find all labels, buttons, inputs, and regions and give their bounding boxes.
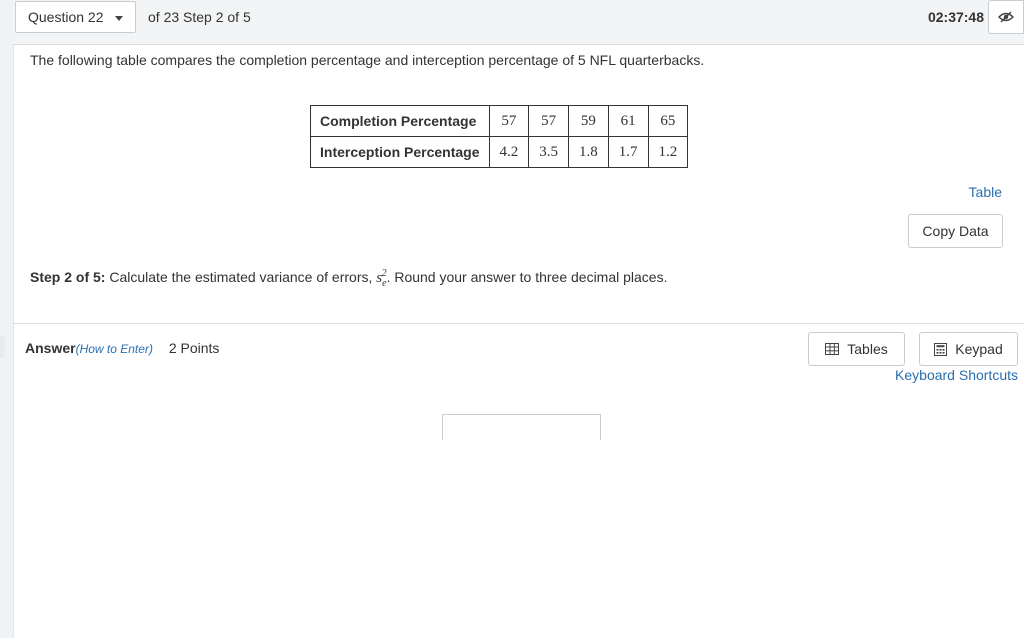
keypad-icon <box>934 342 948 356</box>
chevron-down-icon <box>115 16 123 21</box>
tables-button-label: Tables <box>847 341 888 357</box>
row-header: Interception Percentage <box>310 136 490 168</box>
table-cell: 3.5 <box>528 136 569 168</box>
keyboard-shortcuts-link[interactable]: Keyboard Shortcuts <box>895 367 1018 383</box>
step-text-end: . Round your answer to three decimal pla… <box>386 269 668 285</box>
table-row: Interception Percentage 4.2 3.5 1.8 1.7 … <box>310 136 689 168</box>
table-cell: 1.8 <box>568 136 609 168</box>
table-cell: 4.2 <box>488 136 530 168</box>
timer: 02:37:48 <box>927 9 984 25</box>
hide-timer-button[interactable] <box>988 0 1024 34</box>
left-panel-edge <box>0 0 14 638</box>
progress-text: of 23 Step 2 of 5 <box>148 9 251 25</box>
table-cell: 59 <box>568 105 609 137</box>
table-cell: 1.7 <box>607 136 649 168</box>
question-select-label: Question 22 <box>28 9 104 25</box>
copy-data-button[interactable]: Copy Data <box>908 214 1003 248</box>
table-cell: 1.2 <box>647 136 689 168</box>
variance-symbol: se2 <box>376 268 387 289</box>
table-cell: 65 <box>647 105 689 137</box>
question-select[interactable]: Question 22 <box>15 1 136 33</box>
keypad-button-label: Keypad <box>955 341 1003 357</box>
table-cell: 57 <box>488 105 530 137</box>
step-instruction: Step 2 of 5: Calculate the estimated var… <box>30 268 668 289</box>
top-bar: Question 22 of 23 Step 2 of 5 02:37:48 <box>13 0 1024 45</box>
step-label: Step 2 of 5: <box>30 269 106 285</box>
keypad-button[interactable]: Keypad <box>919 332 1018 366</box>
points-label: 2 Points <box>168 340 220 356</box>
how-to-enter-link[interactable]: (How to Enter) <box>76 342 153 356</box>
row-header: Completion Percentage <box>310 105 490 137</box>
table-cell: 57 <box>528 105 569 137</box>
question-intro: The following table compares the complet… <box>30 52 705 68</box>
left-panel-toggle[interactable] <box>0 336 5 358</box>
divider <box>13 323 1024 324</box>
table-cell: 61 <box>607 105 649 137</box>
eye-slash-icon <box>998 11 1014 23</box>
table-icon <box>825 343 840 355</box>
answer-label: Answer <box>25 340 76 356</box>
table-link[interactable]: Table <box>969 184 1002 200</box>
tables-button[interactable]: Tables <box>808 332 905 366</box>
data-table: Completion Percentage 57 57 59 61 65 Int… <box>310 105 689 168</box>
answer-header: Answer(How to Enter) 2 Points <box>25 340 219 356</box>
step-text: Calculate the estimated variance of erro… <box>109 269 373 285</box>
table-row: Completion Percentage 57 57 59 61 65 <box>310 105 689 137</box>
answer-input[interactable] <box>442 414 601 440</box>
